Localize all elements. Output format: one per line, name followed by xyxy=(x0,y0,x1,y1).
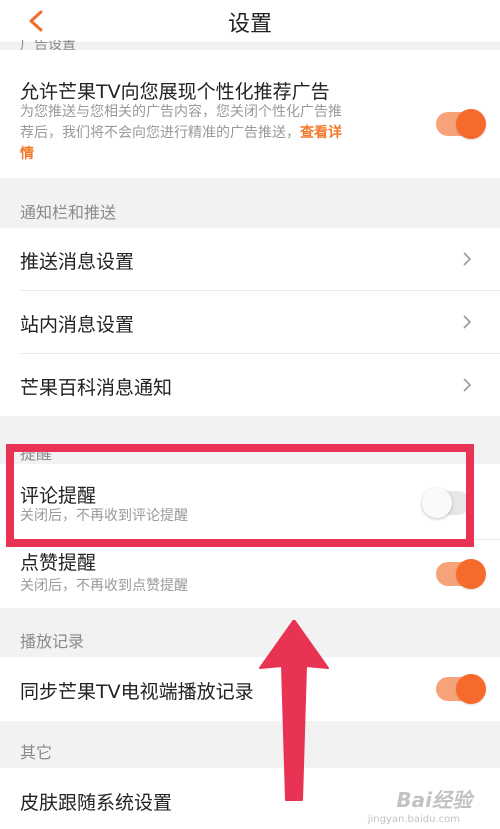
ad-desc-line-2: 荐后，我们将不会向您进行精准的广告推送，查看详 xyxy=(20,123,420,144)
chevron-right-icon xyxy=(463,252,472,266)
toggle-knob xyxy=(456,109,486,139)
arrow-up-annotation-icon xyxy=(259,620,329,801)
row-push-settings[interactable]: 推送消息设置 xyxy=(0,228,500,290)
sync-tv-history-label: 同步芒果TV电视端播放记录 xyxy=(20,681,254,703)
watermark-url: jingyan.baidu.com xyxy=(367,814,460,825)
ad-desc-text: 荐后，我们将不会向您进行精准的广告推送， xyxy=(20,125,300,141)
toggle-knob xyxy=(456,674,486,704)
highlight-annotation-box xyxy=(6,444,474,547)
chevron-right-icon xyxy=(463,378,472,392)
chevron-right-icon xyxy=(463,315,472,329)
like-remind-title: 点赞提醒 xyxy=(20,552,97,574)
like-remind-toggle[interactable] xyxy=(436,559,486,589)
toggle-knob xyxy=(456,559,486,589)
row-label: 芒果百科消息通知 xyxy=(20,377,173,399)
section-label-history: 播放记录 xyxy=(20,632,85,651)
view-details-link[interactable]: 查看详 xyxy=(300,125,342,141)
ad-setting-description: 为您推送与您相关的广告内容，您关闭个性化广告推 荐后，我们将不会向您进行精准的广… xyxy=(20,102,420,165)
notify-card: 推送消息设置 站内消息设置 芒果百科消息通知 xyxy=(0,228,500,416)
ad-setting-title: 允许芒果TV向您展现个性化推荐广告 xyxy=(20,81,330,103)
view-details-link-cont[interactable]: 情 xyxy=(20,144,420,165)
row-label: 推送消息设置 xyxy=(20,251,135,273)
like-remind-desc: 关闭后，不再收到点赞提醒 xyxy=(20,578,188,594)
row-label: 站内消息设置 xyxy=(20,314,135,336)
section-label-notify: 通知栏和推送 xyxy=(20,203,117,222)
ad-setting-card: 允许芒果TV向您展现个性化推荐广告 为您推送与您相关的广告内容，您关闭个性化广告… xyxy=(0,50,500,178)
watermark-logo: Bai经验 xyxy=(396,788,472,812)
row-inbox-settings[interactable]: 站内消息设置 xyxy=(0,291,500,353)
row-mgwiki-notify[interactable]: 芒果百科消息通知 xyxy=(0,354,500,416)
page-title: 设置 xyxy=(227,12,272,37)
sync-tv-history-toggle[interactable] xyxy=(436,674,486,704)
row-like-remind: 点赞提醒 关闭后，不再收到点赞提醒 xyxy=(0,540,500,608)
row-label: 皮肤跟随系统设置 xyxy=(20,792,173,814)
section-label-ads: 广告设置 xyxy=(20,40,76,50)
section-label-other: 其它 xyxy=(20,743,53,762)
history-card: 同步芒果TV电视端播放记录 xyxy=(0,657,500,721)
ad-desc-line-1: 为您推送与您相关的广告内容，您关闭个性化广告推 xyxy=(20,104,342,120)
header-bar: 设置 xyxy=(0,0,500,43)
ad-personalization-toggle[interactable] xyxy=(436,109,486,139)
